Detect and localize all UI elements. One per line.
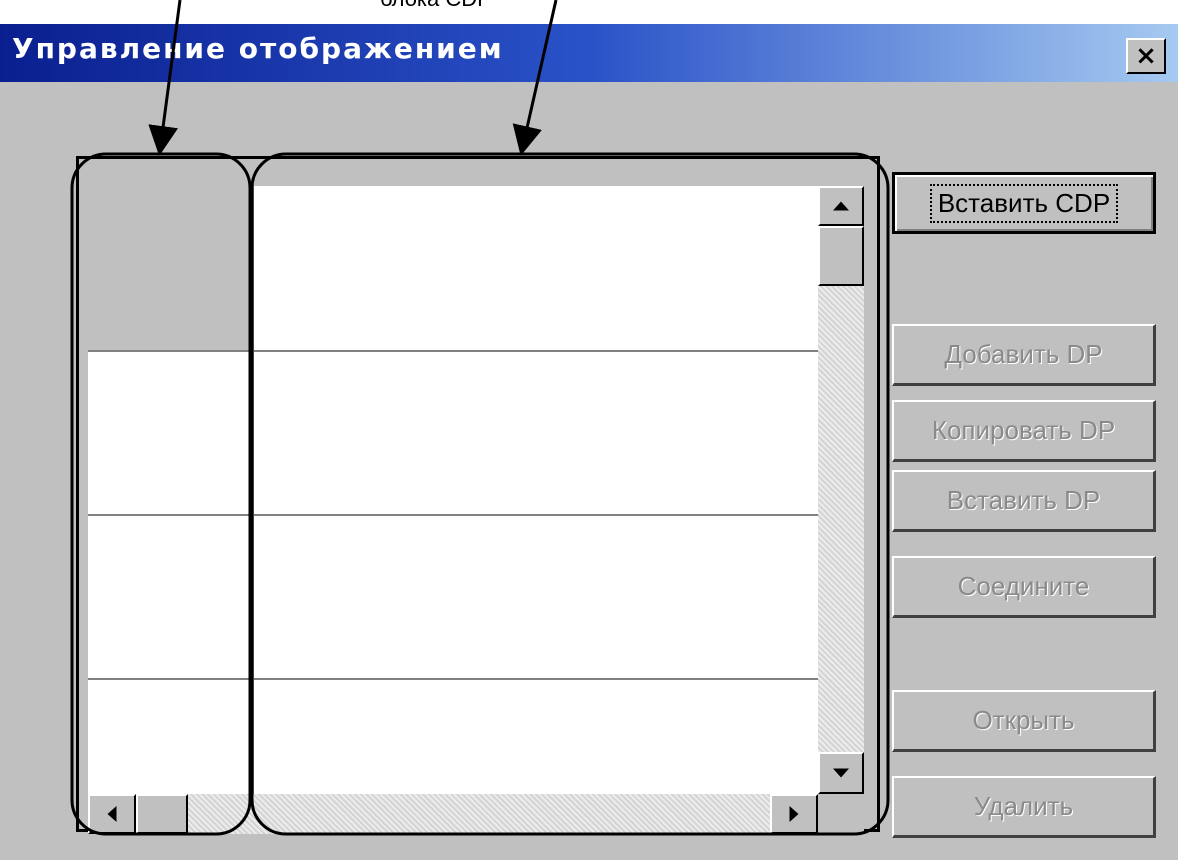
arrow-left-icon xyxy=(107,806,117,822)
add-dp-button[interactable]: Добавить DP xyxy=(892,324,1156,386)
connect-label: Соедините xyxy=(957,571,1090,601)
close-button[interactable]: × xyxy=(1126,38,1166,74)
grid-fixed-header-cell xyxy=(88,186,252,352)
vertical-scrollbar[interactable] xyxy=(818,186,864,794)
window-title: Управление отображением xyxy=(12,32,504,65)
copy-dp-button[interactable]: Копировать DP xyxy=(892,400,1156,462)
paste-dp-button[interactable]: Вставить DP xyxy=(892,470,1156,532)
connect-button[interactable]: Соедините xyxy=(892,556,1156,618)
arrow-right-icon xyxy=(789,806,799,822)
scroll-right-button[interactable] xyxy=(770,794,818,834)
close-icon: × xyxy=(1135,41,1157,71)
top-caption: блока CDP xyxy=(380,0,580,12)
add-dp-label: Добавить DP xyxy=(944,339,1103,369)
vertical-scroll-thumb[interactable] xyxy=(818,226,864,286)
horizontal-scroll-thumb[interactable] xyxy=(136,794,188,834)
paste-dp-label: Вставить DP xyxy=(946,485,1101,515)
open-button[interactable]: Открыть xyxy=(892,690,1156,752)
delete-label: Удалить xyxy=(973,791,1074,821)
arrow-down-icon xyxy=(833,768,849,778)
copy-dp-label: Копировать DP xyxy=(931,415,1116,445)
delete-button[interactable]: Удалить xyxy=(892,776,1156,838)
title-bar[interactable]: Управление отображением × xyxy=(0,24,1178,82)
data-grid[interactable] xyxy=(88,186,818,816)
grid-column-divider xyxy=(252,186,254,816)
scrollbar-corner xyxy=(818,794,864,834)
horizontal-scrollbar[interactable] xyxy=(88,794,818,834)
insert-cdp-label: Вставить CDP xyxy=(929,183,1119,223)
grid-header-row xyxy=(252,186,818,352)
grid-row-divider xyxy=(88,350,818,352)
scroll-down-button[interactable] xyxy=(818,752,864,794)
scroll-left-button[interactable] xyxy=(88,794,136,834)
open-label: Открыть xyxy=(972,705,1075,735)
insert-cdp-button[interactable]: Вставить CDP xyxy=(892,172,1156,234)
grid-row-divider xyxy=(88,514,818,516)
scroll-up-button[interactable] xyxy=(818,186,864,226)
arrow-up-icon xyxy=(833,201,849,211)
grid-row-divider xyxy=(88,678,818,680)
